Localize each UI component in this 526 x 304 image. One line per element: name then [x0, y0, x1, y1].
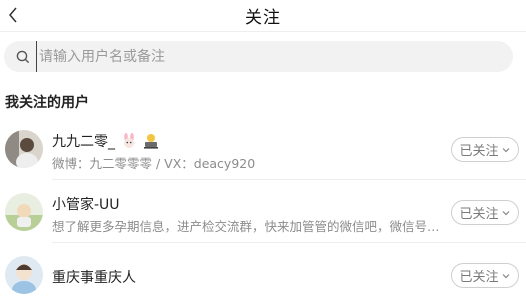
user-subtitle: 微博：九二零零零 / VX：deacy920 [52, 156, 256, 171]
user-subtitle: 想了解更多孕期信息，进产检交流群，快来加管管的微信吧，微信号… [52, 219, 440, 234]
section-title: 我关注的用户 [5, 95, 89, 111]
user-name-text: 小管家-UU [52, 197, 120, 213]
search-input[interactable] [36, 41, 513, 72]
user-name-text: 九九二零_ [52, 134, 115, 150]
list-item[interactable]: 小管家-UU 想了解更多孕期信息，进产检交流群，快来加管管的微信吧，微信号… 已… [0, 181, 526, 243]
divider [52, 179, 526, 180]
rabbit-emoji-icon [121, 133, 137, 149]
list-item[interactable]: 九九二零_ 微博：九二零零零 / VX：deacy920 已关注 [0, 118, 526, 180]
search-bar[interactable] [4, 41, 513, 72]
list-item[interactable]: 重庆事重庆人 已关注 [0, 244, 526, 304]
page-title: 关注 [245, 8, 281, 28]
search-icon [16, 50, 30, 64]
chevron-down-icon [501, 271, 511, 281]
chevron-down-icon [501, 208, 511, 218]
top-bar: 关注 [0, 0, 526, 32]
divider [52, 242, 526, 243]
follow-status-button[interactable]: 已关注 [451, 137, 519, 162]
avatar[interactable] [5, 193, 43, 231]
follow-status-button[interactable]: 已关注 [451, 263, 519, 288]
user-name: 重庆事重庆人 [52, 267, 136, 287]
avatar[interactable] [5, 256, 43, 294]
avatar[interactable] [5, 130, 43, 168]
laptop-emoji-icon [143, 133, 159, 149]
follow-status-button[interactable]: 已关注 [451, 200, 519, 225]
follow-label: 已关注 [459, 207, 499, 222]
chevron-down-icon [501, 145, 511, 155]
user-name-text: 重庆事重庆人 [52, 270, 136, 286]
follow-label: 已关注 [459, 144, 499, 159]
follow-label: 已关注 [459, 270, 499, 285]
user-name: 九九二零_ [52, 131, 159, 151]
user-name: 小管家-UU [52, 194, 120, 214]
